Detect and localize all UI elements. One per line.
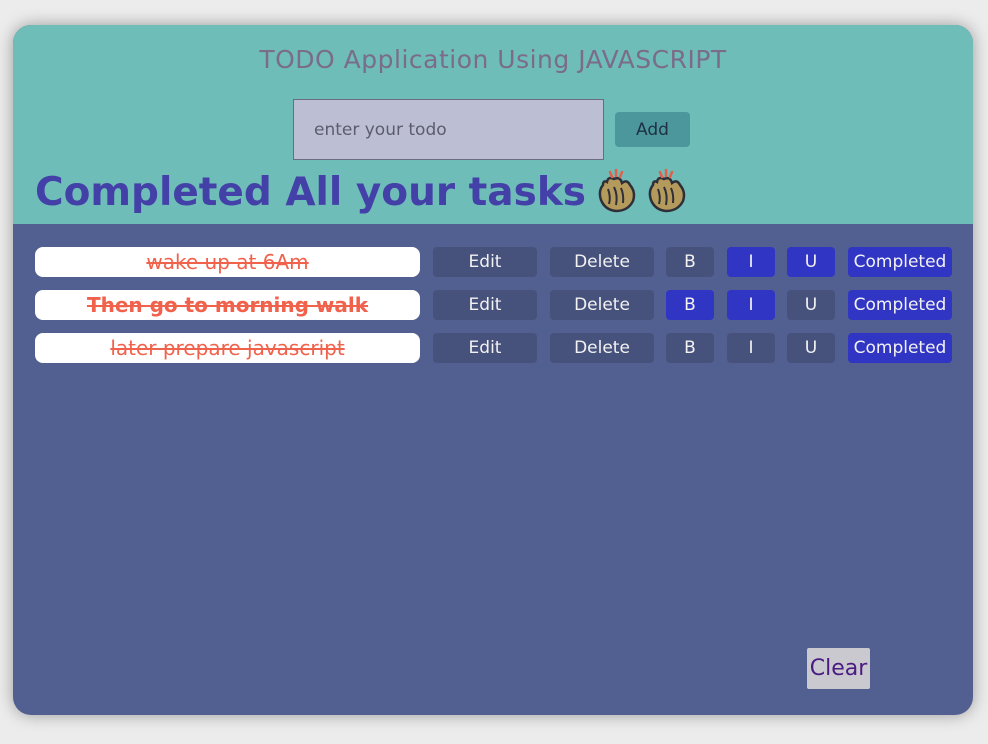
todo-row: later prepare javascript Edit Delete B I… (35, 333, 955, 363)
app-title: TODO Application Using JAVASCRIPT (259, 45, 727, 74)
completion-message: Completed All your tasks (35, 167, 688, 215)
add-button[interactable]: Add (615, 112, 690, 147)
delete-button[interactable]: Delete (550, 247, 654, 277)
italic-toggle-button[interactable]: I (727, 333, 775, 363)
todo-text: Then go to morning walk (35, 290, 420, 320)
underline-toggle-button[interactable]: U (787, 333, 835, 363)
todo-text: wake up at 6Am (35, 247, 420, 277)
edit-button[interactable]: Edit (433, 290, 537, 320)
todo-text: later prepare javascript (35, 333, 420, 363)
delete-button[interactable]: Delete (550, 290, 654, 320)
clear-button[interactable]: Clear (807, 648, 870, 689)
underline-toggle-button[interactable]: U (787, 290, 835, 320)
edit-button[interactable]: Edit (433, 247, 537, 277)
italic-toggle-button[interactable]: I (727, 290, 775, 320)
completed-button[interactable]: Completed (848, 333, 952, 363)
completion-text: Completed All your tasks (35, 170, 586, 215)
completed-button[interactable]: Completed (848, 247, 952, 277)
bold-toggle-button[interactable]: B (666, 333, 714, 363)
todo-input[interactable] (293, 99, 604, 160)
delete-button[interactable]: Delete (550, 333, 654, 363)
todo-row: wake up at 6Am Edit Delete B I U Complet… (35, 247, 955, 277)
todo-row: Then go to morning walk Edit Delete B I … (35, 290, 955, 320)
bold-toggle-button[interactable]: B (666, 247, 714, 277)
edit-button[interactable]: Edit (433, 333, 537, 363)
clapping-hands-icon (594, 167, 638, 213)
clapping-hands-icon (644, 167, 688, 213)
italic-toggle-button[interactable]: I (727, 247, 775, 277)
todo-app: TODO Application Using JAVASCRIPT Add Co… (13, 25, 973, 715)
completed-button[interactable]: Completed (848, 290, 952, 320)
bold-toggle-button[interactable]: B (666, 290, 714, 320)
todo-list: wake up at 6Am Edit Delete B I U Complet… (35, 247, 955, 376)
underline-toggle-button[interactable]: U (787, 247, 835, 277)
